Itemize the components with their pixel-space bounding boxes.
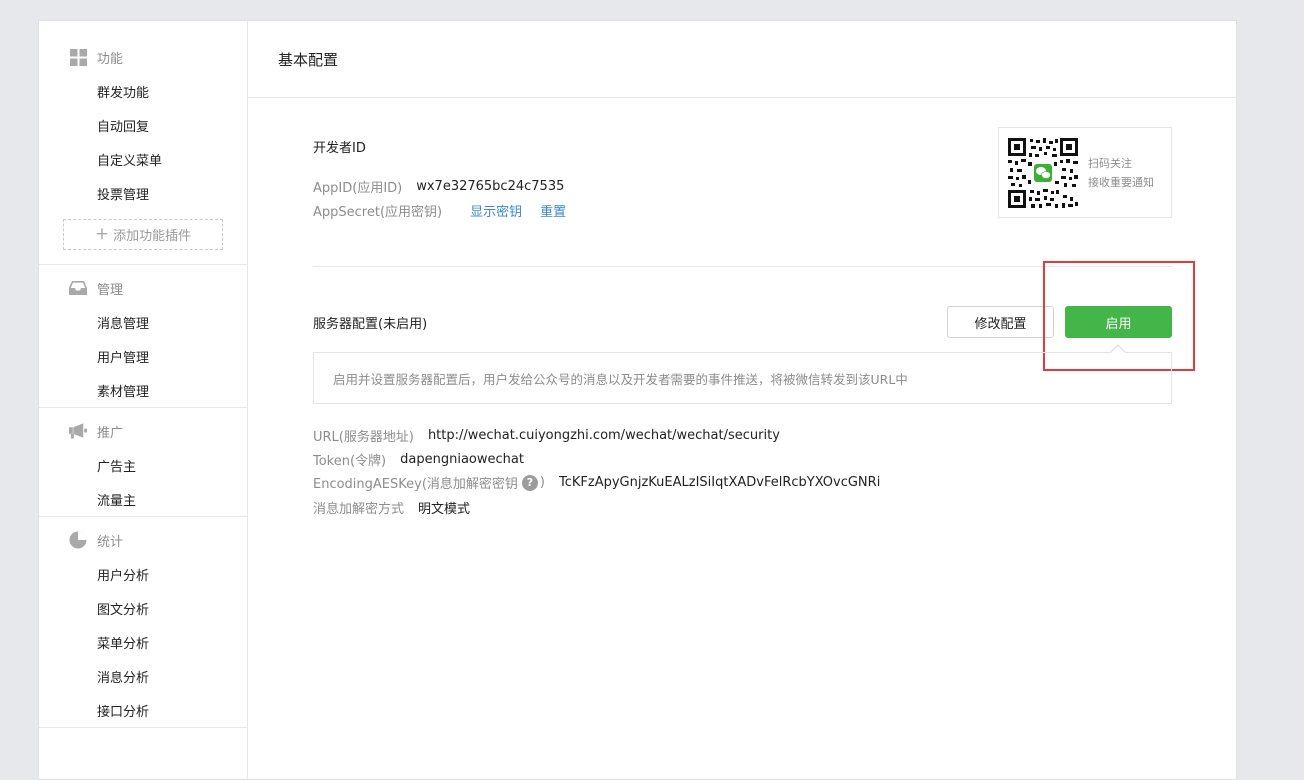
grid-icon xyxy=(69,48,87,66)
sidebar-item-menu-analysis[interactable]: 菜单分析 xyxy=(39,625,247,659)
sidebar-section-label: 管理 xyxy=(97,282,124,298)
server-config-tip: 启用并设置服务器配置后，用户发给公众号的消息以及开发者需要的事件推送，将被微信转… xyxy=(313,352,1172,404)
sidebar-item-users[interactable]: 用户管理 xyxy=(39,339,247,373)
sidebar-section-promotion: 推广 广告主 流量主 xyxy=(39,408,247,517)
aeskey-row: EncodingAESKey(消息加解密密钥 ? ) TcKFzApyGnjzK… xyxy=(313,473,880,492)
url-row: URL(服务器地址) http://wechat.cuiyongzhi.com/… xyxy=(313,426,780,445)
sidebar-item-message-analysis[interactable]: 消息分析 xyxy=(39,659,247,693)
encrypt-mode-value: 明文模式 xyxy=(418,502,471,517)
main-content: 基本配置 开发者ID AppID(应用ID) wx7e32765bc24c753… xyxy=(248,21,1236,779)
appid-label: AppID(应用ID) xyxy=(313,181,403,196)
app-frame: 功能 群发功能 自动回复 自定义菜单 投票管理 + 添加功能插件 管理 消息管理… xyxy=(38,20,1237,780)
page-title: 基本配置 xyxy=(248,21,1236,98)
aeskey-label-close: ) xyxy=(539,475,545,490)
sidebar-item-vote[interactable]: 投票管理 xyxy=(39,176,247,210)
pie-chart-icon xyxy=(69,531,87,549)
plus-icon: + xyxy=(94,224,110,244)
qr-line1: 扫码关注 xyxy=(1088,156,1132,170)
qr-notice-text: 扫码关注 接收重要通知 xyxy=(1088,154,1154,192)
sidebar-section-management: 管理 消息管理 用户管理 素材管理 xyxy=(39,265,247,408)
sidebar-section-label: 推广 xyxy=(97,425,124,441)
enable-button[interactable]: 启用 xyxy=(1065,306,1172,338)
aeskey-label: EncodingAESKey(消息加解密密钥 xyxy=(313,477,518,492)
appid-value: wx7e32765bc24c7535 xyxy=(416,179,565,194)
sidebar-section-label: 统计 xyxy=(97,534,124,550)
sidebar-item-custom-menu[interactable]: 自定义菜单 xyxy=(39,142,247,176)
sidebar-section-title: 推广 xyxy=(39,414,247,448)
sidebar-item-user-analysis[interactable]: 用户分析 xyxy=(39,557,247,591)
token-row: Token(令牌) dapengniaowechat xyxy=(313,450,524,469)
section-divider xyxy=(313,266,1172,267)
sidebar-item-advertiser[interactable]: 广告主 xyxy=(39,448,247,482)
qr-notice-box: 扫码关注 接收重要通知 xyxy=(998,127,1172,218)
encrypt-mode-row: 消息加解密方式 明文模式 xyxy=(313,498,470,517)
megaphone-icon xyxy=(69,422,87,440)
add-plugin-button[interactable]: + 添加功能插件 xyxy=(63,219,223,250)
reset-secret-link[interactable]: 重置 xyxy=(540,201,566,220)
url-value: http://wechat.cuiyongzhi.com/wechat/wech… xyxy=(427,428,780,443)
sidebar-section-statistics: 统计 用户分析 图文分析 菜单分析 消息分析 接口分析 xyxy=(39,517,247,728)
appsecret-label: AppSecret(应用密钥) xyxy=(313,205,443,220)
sidebar-item-api-analysis[interactable]: 接口分析 xyxy=(39,693,247,727)
show-secret-link[interactable]: 显示密钥 xyxy=(470,201,522,220)
sidebar-section-title: 管理 xyxy=(39,271,247,305)
sidebar-section-label: 功能 xyxy=(97,51,124,67)
token-label: Token(令牌) xyxy=(313,454,387,469)
sidebar: 功能 群发功能 自动回复 自定义菜单 投票管理 + 添加功能插件 管理 消息管理… xyxy=(39,21,248,779)
server-config-title: 服务器配置(未启用) xyxy=(313,317,428,332)
sidebar-item-auto-reply[interactable]: 自动回复 xyxy=(39,108,247,142)
sidebar-section-title: 统计 xyxy=(39,523,247,557)
sidebar-item-messages[interactable]: 消息管理 xyxy=(39,305,247,339)
encrypt-mode-label: 消息加解密方式 xyxy=(313,502,405,517)
appsecret-row: AppSecret(应用密钥) 显示密钥 重置 xyxy=(313,201,566,220)
token-value: dapengniaowechat xyxy=(400,452,524,467)
inbox-icon xyxy=(69,279,87,297)
sidebar-item-article-analysis[interactable]: 图文分析 xyxy=(39,591,247,625)
add-plugin-label: 添加功能插件 xyxy=(113,229,192,244)
help-icon[interactable]: ? xyxy=(521,474,538,491)
sidebar-item-publisher[interactable]: 流量主 xyxy=(39,482,247,516)
qr-line2: 接收重要通知 xyxy=(1088,175,1154,189)
sidebar-section-features: 功能 群发功能 自动回复 自定义菜单 投票管理 + 添加功能插件 xyxy=(39,21,247,265)
modify-config-button[interactable]: 修改配置 xyxy=(947,306,1054,338)
sidebar-item-materials[interactable]: 素材管理 xyxy=(39,373,247,407)
qr-code-icon xyxy=(1008,137,1078,208)
developer-id-title: 开发者ID xyxy=(313,141,366,156)
url-label: URL(服务器地址) xyxy=(313,430,414,445)
sidebar-section-title: 功能 xyxy=(39,40,247,74)
aeskey-value: TcKFzApyGnjzKuEALzISiIqtXADvFelRcbYXOvcG… xyxy=(559,475,881,490)
appid-row: AppID(应用ID) wx7e32765bc24c7535 xyxy=(313,177,564,196)
sidebar-item-mass-send[interactable]: 群发功能 xyxy=(39,74,247,108)
tip-arrow-inner xyxy=(1111,346,1125,353)
